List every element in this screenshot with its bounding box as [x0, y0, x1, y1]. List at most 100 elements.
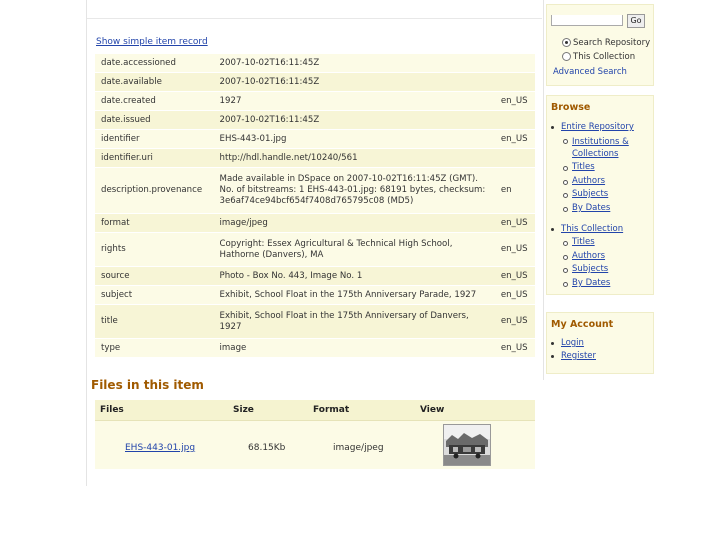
bullet-icon	[551, 342, 554, 345]
metadata-field: type	[95, 338, 216, 358]
metadata-field: date.accessioned	[95, 53, 216, 73]
metadata-value: EHS-443-01.jpg	[215, 129, 497, 149]
browse-titles-link[interactable]: Titles	[572, 162, 595, 172]
circle-bullet-icon	[563, 282, 568, 287]
files-table-header: Files Size Format View	[95, 400, 535, 421]
search-input[interactable]	[551, 15, 623, 26]
collection-authors-link[interactable]: Authors	[572, 251, 605, 261]
metadata-lang	[496, 148, 535, 168]
collection-titles-link[interactable]: Titles	[572, 237, 595, 247]
metadata-row: date.accessioned 2007-10-02T16:11:45Z	[95, 53, 535, 73]
metadata-lang: en_US	[496, 285, 535, 305]
files-heading: Files in this item	[91, 378, 204, 392]
metadata-field: date.created	[95, 91, 216, 111]
advanced-search-link[interactable]: Advanced Search	[553, 67, 627, 77]
metadata-row: description.provenance Made available in…	[95, 167, 535, 214]
metadata-lang: en_US	[496, 232, 535, 267]
browse-subjects-link[interactable]: Subjects	[572, 189, 608, 199]
metadata-value: Photo - Box No. 443, Image No. 1	[215, 266, 497, 286]
column-divider	[543, 0, 544, 380]
bullet-icon	[551, 228, 554, 231]
metadata-row: source Photo - Box No. 443, Image No. 1 …	[95, 266, 535, 286]
file-name-link[interactable]: EHS-443-01.jpg	[125, 443, 195, 453]
metadata-lang: en_US	[496, 304, 535, 339]
metadata-value: Made available in DSpace on 2007-10-02T1…	[215, 167, 497, 214]
circle-bullet-icon	[563, 241, 568, 246]
browse-dates-link[interactable]: By Dates	[572, 203, 610, 213]
metadata-value: Copyright: Essex Agricultural & Technica…	[215, 232, 497, 267]
metadata-value: Exhibit, School Float in the 175th Anniv…	[215, 285, 497, 305]
top-divider	[87, 18, 542, 19]
browse-authors-link[interactable]: Authors	[572, 176, 605, 186]
metadata-field: identifier	[95, 129, 216, 149]
metadata-lang: en_US	[496, 266, 535, 286]
browse-box: Browse Entire Repository Institutions & …	[546, 95, 654, 295]
metadata-lang	[496, 53, 535, 73]
metadata-field: identifier.uri	[95, 148, 216, 168]
collection-dates-link[interactable]: By Dates	[572, 278, 610, 288]
browse-title: Browse	[551, 102, 591, 113]
scope-repository-radio[interactable]	[562, 38, 571, 47]
metadata-field: source	[95, 266, 216, 286]
circle-bullet-icon	[563, 180, 568, 185]
circle-bullet-icon	[563, 255, 568, 260]
metadata-value: http://hdl.handle.net/10240/561	[215, 148, 497, 168]
metadata-lang	[496, 72, 535, 92]
metadata-lang: en_US	[496, 213, 535, 233]
files-col-format: Format	[313, 405, 350, 415]
metadata-field: date.available	[95, 72, 216, 92]
metadata-field: subject	[95, 285, 216, 305]
circle-bullet-icon	[563, 268, 568, 273]
circle-bullet-icon	[563, 207, 568, 212]
metadata-row: date.available 2007-10-02T16:11:45Z	[95, 72, 535, 92]
file-thumbnail[interactable]	[443, 424, 491, 466]
metadata-row: format image/jpeg en_US	[95, 213, 535, 233]
scope-repository-label: Search Repository	[573, 38, 651, 48]
collection-subjects-link[interactable]: Subjects	[572, 264, 608, 274]
go-button[interactable]: Go	[627, 14, 645, 28]
metadata-lang: en_US	[496, 129, 535, 149]
metadata-field: date.issued	[95, 110, 216, 130]
this-collection-link[interactable]: This Collection	[561, 224, 623, 234]
scope-collection-radio[interactable]	[562, 52, 571, 61]
metadata-row: subject Exhibit, School Float in the 175…	[95, 285, 535, 305]
metadata-row: identifier EHS-443-01.jpg en_US	[95, 129, 535, 149]
browse-institutions-link[interactable]: Institutions & Collections	[572, 136, 652, 160]
circle-bullet-icon	[563, 166, 568, 171]
files-col-view: View	[420, 405, 445, 415]
metadata-value: 2007-10-02T16:11:45Z	[215, 72, 497, 92]
files-col-size: Size	[233, 405, 254, 415]
metadata-lang: en_US	[496, 91, 535, 111]
content-border	[86, 0, 87, 486]
bullet-icon	[551, 126, 554, 129]
search-box: Go Search Repository This Collection Adv…	[546, 4, 654, 86]
metadata-field: description.provenance	[95, 167, 216, 214]
file-size: 68.15Kb	[248, 443, 286, 453]
metadata-lang	[496, 110, 535, 130]
metadata-field: title	[95, 304, 216, 339]
entire-repository-link[interactable]: Entire Repository	[561, 122, 634, 132]
bullet-icon	[551, 355, 554, 358]
metadata-row: rights Copyright: Essex Agricultural & T…	[95, 232, 535, 267]
metadata-field: rights	[95, 232, 216, 267]
login-link[interactable]: Login	[561, 338, 584, 348]
metadata-field: format	[95, 213, 216, 233]
circle-bullet-icon	[563, 193, 568, 198]
metadata-value: 2007-10-02T16:11:45Z	[215, 53, 497, 73]
metadata-row: title Exhibit, School Float in the 175th…	[95, 304, 535, 339]
account-title: My Account	[551, 319, 614, 330]
metadata-row: date.created 1927 en_US	[95, 91, 535, 111]
metadata-value: Exhibit, School Float in the 175th Anniv…	[215, 304, 497, 339]
files-col-files: Files	[100, 405, 124, 415]
metadata-row: identifier.uri http://hdl.handle.net/102…	[95, 148, 535, 168]
metadata-value: 2007-10-02T16:11:45Z	[215, 110, 497, 130]
register-link[interactable]: Register	[561, 351, 596, 361]
metadata-lang: en	[496, 167, 535, 214]
metadata-value: image/jpeg	[215, 213, 497, 233]
files-table: Files Size Format View EHS-443-01.jpg 68…	[95, 400, 535, 469]
metadata-row: date.issued 2007-10-02T16:11:45Z	[95, 110, 535, 130]
metadata-value: image	[215, 338, 497, 358]
show-simple-record-link[interactable]: Show simple item record	[96, 37, 208, 47]
metadata-lang: en_US	[496, 338, 535, 358]
file-format: image/jpeg	[333, 443, 384, 453]
